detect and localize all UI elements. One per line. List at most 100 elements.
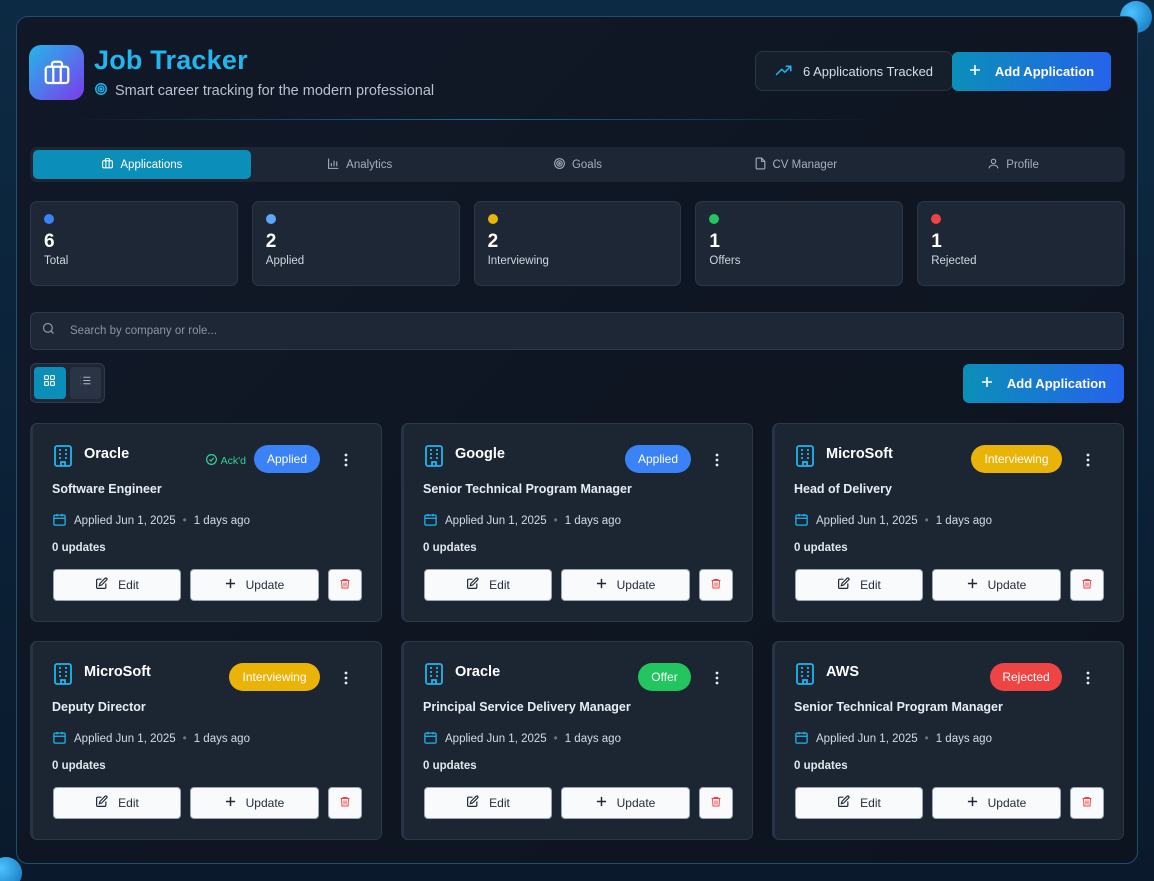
separator-dot: • [553, 733, 558, 745]
delete-button[interactable] [699, 787, 733, 819]
edit-button[interactable]: Edit [53, 569, 181, 601]
tab-profile[interactable]: Profile [904, 150, 1122, 179]
tab-label: Goals [571, 158, 603, 171]
view-toggle [30, 363, 105, 403]
more-vertical-icon[interactable] [710, 670, 724, 686]
delete-button[interactable] [328, 787, 362, 819]
update-button[interactable]: Update [561, 787, 690, 819]
edit-button[interactable]: Edit [424, 569, 552, 601]
separator-dot: • [553, 515, 558, 527]
more-vertical-icon[interactable] [1081, 452, 1095, 468]
app-subtitle: Smart career tracking for the modern pro… [94, 82, 434, 100]
bar-chart-icon [327, 157, 340, 173]
plus-icon [225, 796, 236, 810]
edit-label: Edit [489, 796, 510, 810]
update-button[interactable]: Update [932, 787, 1061, 819]
days-ago: 1 days ago [564, 515, 621, 527]
more-vertical-icon[interactable] [339, 670, 353, 686]
edit-button[interactable]: Edit [53, 787, 181, 819]
stat-label: Total [44, 255, 69, 267]
subtitle-text: Smart career tracking for the modern pro… [115, 83, 435, 99]
update-button[interactable]: Update [561, 569, 690, 601]
trash-icon [339, 795, 351, 811]
days-ago: 1 days ago [193, 515, 250, 527]
delete-button[interactable] [1070, 569, 1104, 601]
updates-count: 0 updates [52, 542, 106, 554]
stat-dot [931, 214, 942, 224]
more-vertical-icon[interactable] [339, 452, 353, 468]
app-title: Job Tracker [94, 45, 248, 75]
search-input[interactable] [70, 325, 970, 337]
applied-date: Applied Jun 1, 2025 [816, 733, 918, 745]
tracked-count-label: 6 Applications Tracked [802, 63, 934, 79]
stat-label: Offers [709, 255, 741, 267]
tab-applications[interactable]: Applications [33, 150, 251, 179]
edit-button[interactable]: Edit [795, 787, 923, 819]
grid-view-button[interactable] [34, 367, 66, 399]
add-application-label: Add Application [1006, 376, 1107, 391]
tab-cv-manager[interactable]: CV Manager [686, 150, 904, 179]
building-icon [794, 662, 816, 691]
edit-icon [466, 577, 479, 593]
edit-label: Edit [489, 578, 510, 592]
plus-icon [596, 578, 607, 592]
building-icon [423, 662, 445, 691]
separator-dot: • [182, 733, 187, 745]
status-badge: Offer [638, 663, 691, 691]
delete-button[interactable] [699, 569, 733, 601]
update-button[interactable]: Update [190, 787, 319, 819]
stat-label: Applied [265, 255, 305, 267]
edit-label: Edit [860, 578, 881, 592]
search-bar [30, 312, 1124, 350]
tab-analytics[interactable]: Analytics [251, 150, 469, 179]
stat-value: 2 [265, 231, 277, 252]
trash-icon [1081, 577, 1093, 593]
edit-label: Edit [118, 578, 139, 592]
tab-goals[interactable]: Goals [469, 150, 687, 179]
status-badge: Rejected [990, 663, 1062, 691]
building-icon [52, 444, 74, 473]
list-view-button[interactable] [69, 367, 101, 399]
company-name: MicroSoft [826, 446, 893, 462]
header-add-application-button[interactable]: Add Application [952, 52, 1111, 91]
add-application-button[interactable]: Add Application [963, 364, 1124, 403]
application-card: Google Applied Senior Technical Program … [401, 423, 753, 622]
job-role: Senior Technical Program Manager [423, 482, 632, 496]
more-vertical-icon[interactable] [1081, 670, 1095, 686]
applied-date-row: Applied Jun 1, 2025 • 1 days ago [52, 512, 250, 530]
plus-icon [967, 578, 978, 592]
applied-date-row: Applied Jun 1, 2025 • 1 days ago [423, 512, 621, 530]
job-role: Deputy Director [52, 700, 146, 714]
separator-dot: • [182, 515, 187, 527]
stat-interviewing: 2 Interviewing [473, 201, 682, 286]
status-badge: Applied [625, 445, 691, 473]
application-card: Oracle Ack'd Applied Software Engineer A… [30, 423, 382, 622]
acknowledged-badge: Ack'd [205, 453, 246, 469]
update-button[interactable]: Update [932, 569, 1061, 601]
building-icon [423, 444, 445, 473]
update-label: Update [245, 578, 285, 592]
stat-value: 2 [487, 231, 499, 252]
update-button[interactable]: Update [190, 569, 319, 601]
delete-button[interactable] [1070, 787, 1104, 819]
days-ago: 1 days ago [193, 733, 250, 745]
more-vertical-icon[interactable] [710, 452, 724, 468]
header-divider [69, 119, 877, 120]
stat-dot [487, 214, 498, 224]
edit-button[interactable]: Edit [795, 569, 923, 601]
applied-date: Applied Jun 1, 2025 [74, 733, 176, 745]
delete-button[interactable] [328, 569, 362, 601]
edit-button[interactable]: Edit [424, 787, 552, 819]
edit-icon [837, 795, 850, 811]
job-role: Senior Technical Program Manager [794, 700, 1003, 714]
tab-label: Analytics [346, 158, 393, 171]
tab-bar: Applications Analytics Goals CV Manager … [30, 147, 1125, 182]
company-name: Google [455, 446, 505, 462]
tab-label: Profile [1006, 158, 1039, 171]
acknowledged-label: Ack'd [220, 455, 246, 467]
stat-total: 6 Total [30, 201, 238, 286]
stat-label: Rejected [931, 255, 977, 267]
applied-date-row: Applied Jun 1, 2025 • 1 days ago [423, 730, 621, 748]
trash-icon [710, 577, 722, 593]
updates-count: 0 updates [794, 760, 848, 772]
